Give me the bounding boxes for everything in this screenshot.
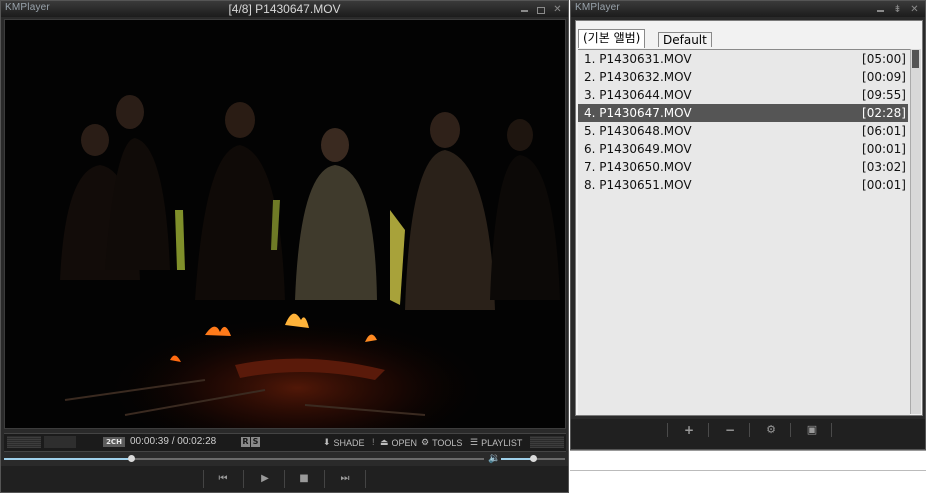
volume-icon[interactable]: 🔉 (488, 453, 500, 464)
transport-separator (243, 470, 244, 488)
playlist-panel: (기본 앨범) Default 1. P1430631.MOV [05:00] 2.… (575, 20, 923, 416)
playlist-item[interactable]: 4. P1430647.MOV [02:28] (578, 104, 908, 122)
stop-icon[interactable]: ■ (294, 472, 314, 486)
playlist-item-name: 1. P1430631.MOV (584, 52, 692, 66)
seek-handle[interactable] (127, 455, 135, 462)
pin-icon[interactable]: ⇟ (893, 4, 902, 14)
toolbar-separator (790, 423, 791, 437)
transport-separator (203, 470, 204, 488)
toolbar-separator (831, 423, 832, 437)
grip-left (7, 436, 41, 448)
tab-default[interactable]: Default (658, 32, 712, 47)
window-title: [4/8] P1430647.MOV (228, 2, 341, 16)
seek-fill (4, 458, 131, 460)
video-frame (5, 20, 565, 428)
playlist-item-name: 6. P1430649.MOV (584, 142, 692, 156)
playlist-item[interactable]: 7. P1430650.MOV [03:02] (578, 158, 908, 176)
player-titlebar[interactable]: KMPlayer [4/8] P1430647.MOV ✕ (1, 1, 568, 17)
playlist-item-name: 2. P1430632.MOV (584, 70, 692, 84)
scrollbar-thumb[interactable] (912, 50, 919, 68)
playlist-item-duration: [09:55] (862, 88, 906, 102)
transport-bar: ⏮ ▶ ■ ⏭ (1, 466, 568, 492)
tools-button[interactable]: ⚙ TOOLS (421, 437, 462, 448)
player-window: KMPlayer [4/8] P1430647.MOV ✕ 2CH 00:00:… (0, 0, 569, 493)
video-area[interactable] (4, 19, 566, 429)
playlist-item-duration: [02:28] (862, 106, 906, 120)
playlist-list[interactable]: 1. P1430631.MOV [05:00] 2. P1430632.MOV [00… (578, 49, 910, 415)
open-button[interactable]: ⏏ OPEN (380, 437, 417, 448)
playlist-item-name: 4. P1430647.MOV (584, 106, 692, 120)
toolbar-separator (667, 423, 668, 437)
channel-badge: 2CH (103, 437, 125, 447)
next-icon[interactable]: ⏭ (335, 472, 355, 486)
list-icon: ☰ (470, 437, 479, 447)
playlist-item-name: 3. P1430644.MOV (584, 88, 692, 102)
playlist-scrollbar[interactable] (910, 49, 921, 414)
playlist-titlebar[interactable]: KMPlayer ⇟ ✕ (571, 1, 925, 17)
playlist-item-duration: [00:01] (862, 178, 906, 192)
minimize-icon[interactable] (876, 5, 885, 14)
shade-icon: ⬇ (323, 437, 331, 447)
playlist-item-duration: [05:00] (862, 52, 906, 66)
playlist-item[interactable]: 1. P1430631.MOV [05:00] (578, 50, 908, 68)
playlist-item-duration: [06:01] (862, 124, 906, 138)
maximize-icon[interactable] (537, 6, 545, 14)
rs-badges: R S (241, 437, 260, 447)
desktop-divider (570, 470, 926, 471)
playlist-item[interactable]: 6. P1430649.MOV [00:01] (578, 140, 908, 158)
playlist-item[interactable]: 8. P1430651.MOV [00:01] (578, 176, 908, 194)
playlist-item-name: 8. P1430651.MOV (584, 178, 692, 192)
playlist-item[interactable]: 5. P1430648.MOV [06:01] (578, 122, 908, 140)
toolbar-separator (749, 423, 750, 437)
tab-default-album[interactable]: (기본 앨범) (578, 29, 646, 48)
separator: ! (372, 437, 375, 447)
shade-button[interactable]: ⬇ SHADE (323, 437, 365, 448)
playlist-item[interactable]: 3. P1430644.MOV [09:55] (578, 86, 908, 104)
desktop-background (570, 450, 926, 494)
toolbar-separator (708, 423, 709, 437)
close-icon[interactable]: ✕ (910, 4, 919, 14)
playlist-item-name: 5. P1430648.MOV (584, 124, 692, 138)
clipboard-icon[interactable]: ▣ (804, 423, 820, 437)
time-display[interactable]: 00:00:39 / 00:02:28 (130, 436, 216, 447)
info-bar: 2CH 00:00:39 / 00:02:28 R S ⬇ SHADE ! ⏏ OP… (4, 433, 566, 452)
transport-separator (324, 470, 325, 488)
grip-right (530, 436, 564, 448)
gear-icon: ⚙ (421, 437, 430, 447)
volume-handle[interactable] (530, 455, 537, 462)
play-icon[interactable]: ▶ (255, 472, 275, 486)
previous-icon[interactable]: ⏮ (213, 472, 233, 486)
seek-bar[interactable] (4, 452, 484, 464)
volume-fill (501, 458, 533, 460)
close-icon[interactable]: ✕ (553, 4, 562, 14)
transport-separator (365, 470, 366, 488)
transport-separator (284, 470, 285, 488)
playlist-button[interactable]: ☰ PLAYLIST (470, 437, 522, 448)
playlist-toolbar: + − ⚙ ▣ (571, 419, 925, 449)
playlist-item-duration: [00:09] (862, 70, 906, 84)
playlist-window: KMPlayer ⇟ ✕ (기본 앨범) Default 1. P1430631… (570, 0, 926, 450)
s-badge[interactable]: S (251, 437, 260, 447)
minimize-icon[interactable] (520, 5, 529, 14)
playlist-item-duration: [03:02] (862, 160, 906, 174)
settings-icon[interactable]: ⚙ (763, 423, 779, 437)
remove-icon[interactable]: − (722, 423, 738, 437)
playlist-item-name: 7. P1430650.MOV (584, 160, 692, 174)
playlist-item-duration: [00:01] (862, 142, 906, 156)
grip-left-2 (44, 436, 76, 448)
eject-icon: ⏏ (380, 437, 389, 447)
playlist-item[interactable]: 2. P1430632.MOV [00:09] (578, 68, 908, 86)
playlist-app-logo: KMPlayer (575, 2, 620, 13)
r-badge[interactable]: R (241, 437, 250, 447)
add-icon[interactable]: + (681, 423, 697, 437)
